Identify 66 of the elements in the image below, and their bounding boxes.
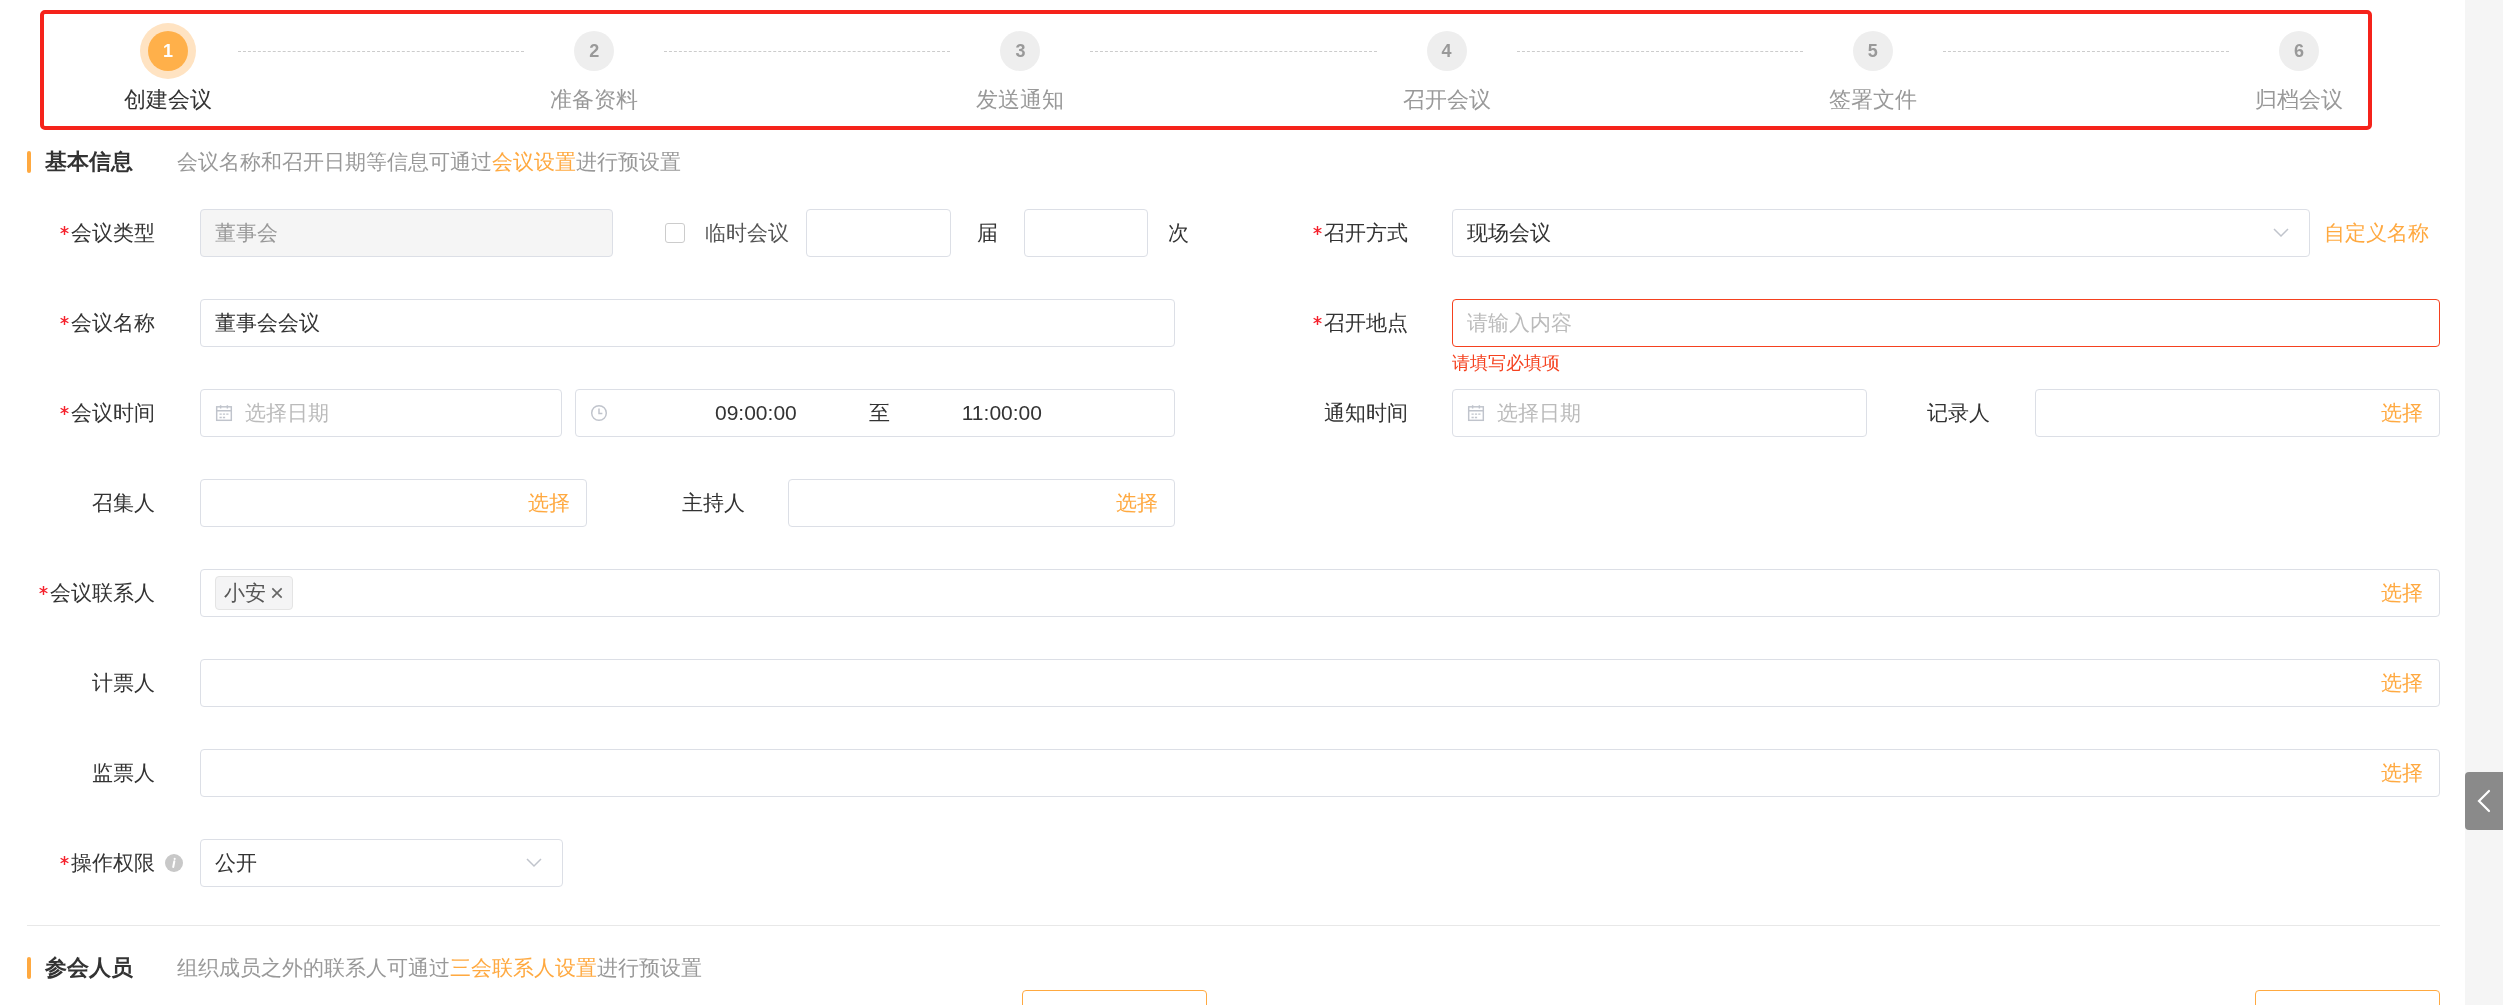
field-label: 操作权限 [71, 850, 155, 876]
field-label: 监票人 [92, 760, 155, 786]
step-label: 归档会议 [2255, 86, 2343, 114]
calendar-icon [1467, 404, 1485, 422]
select-link[interactable]: 选择 [2381, 759, 2423, 787]
field-label: 会议时间 [71, 400, 155, 426]
range-separator: 至 [868, 400, 890, 426]
field-label: 会议联系人 [50, 580, 155, 606]
field-label: 会议类型 [71, 220, 155, 246]
select-link[interactable]: 选择 [2381, 399, 2423, 427]
error-message: 请填写必填项 [1452, 352, 1561, 375]
chevron-left-icon [2477, 789, 2491, 813]
field-label: 召开方式 [1324, 220, 1408, 246]
checkbox-label: 临时会议 [705, 220, 789, 246]
caret-icon [2273, 228, 2289, 238]
end-time[interactable]: 11:00:00 [961, 401, 1042, 425]
step-number: 2 [574, 31, 615, 71]
unit-label: 届 [977, 220, 998, 246]
date-field[interactable]: 选择日期 [1452, 389, 1867, 437]
section-marker [27, 957, 31, 979]
collapse-button[interactable] [2465, 772, 2503, 830]
select-link[interactable]: 选择 [2381, 579, 2423, 607]
settings-link[interactable]: 会议设置 [492, 150, 576, 173]
select-link[interactable]: 选择 [2381, 669, 2423, 697]
date-field[interactable]: 选择日期 [200, 389, 562, 437]
permission-select[interactable]: 公开 [200, 839, 563, 887]
session-field[interactable] [806, 209, 951, 257]
checkbox[interactable] [665, 223, 685, 243]
calendar-icon [215, 404, 233, 422]
unit-label: 次 [1168, 220, 1189, 246]
step-number: 4 [1426, 31, 1467, 71]
clock-icon [590, 404, 608, 422]
select-link[interactable]: 选择 [1116, 489, 1158, 517]
step-label: 召开会议 [1402, 86, 1491, 114]
step-label: 准备资料 [550, 86, 639, 114]
section-title: 基本信息 [45, 148, 133, 176]
section-title: 参会人员 [45, 954, 133, 982]
step-label: 发送通知 [976, 86, 1065, 114]
section-hint: 组织成员之外的联系人可通过三会联系人设置进行预设置 [177, 955, 702, 981]
step-number: 5 [1852, 31, 1893, 71]
custom-name-link[interactable]: 自定义名称 [2324, 219, 2429, 247]
step-label: 签署文件 [1828, 86, 1917, 114]
step-number: 3 [1000, 31, 1041, 71]
field-label: 记录人 [1927, 400, 1990, 426]
settings-link[interactable]: 三会联系人设置 [450, 956, 597, 979]
location-field[interactable]: 请输入内容 [1452, 299, 2440, 347]
field-label: 通知时间 [1324, 400, 1408, 426]
outline-button[interactable] [1022, 990, 1207, 1005]
step-number: 6 [2279, 31, 2319, 71]
step-label: 创建会议 [124, 86, 212, 114]
count-field[interactable] [1024, 209, 1148, 257]
field-label: 召集人 [92, 490, 155, 516]
close-icon[interactable] [270, 586, 284, 600]
info-icon[interactable] [165, 854, 183, 872]
outline-button[interactable] [2255, 990, 2440, 1005]
meeting-name-field[interactable]: 董事会会议 [200, 299, 1175, 347]
section-hint: 会议名称和召开日期等信息可通过会议设置进行预设置 [177, 149, 681, 175]
select-link[interactable]: 选择 [528, 489, 570, 517]
field-label: 计票人 [92, 670, 155, 696]
mode-select[interactable]: 现场会议 [1452, 209, 2310, 257]
field-label: 会议名称 [71, 310, 155, 336]
field-label: 主持人 [682, 490, 745, 516]
caret-icon [526, 858, 542, 868]
field-label: 召开地点 [1324, 310, 1408, 336]
section-marker [27, 151, 31, 173]
start-time[interactable]: 09:00:00 [715, 401, 797, 425]
